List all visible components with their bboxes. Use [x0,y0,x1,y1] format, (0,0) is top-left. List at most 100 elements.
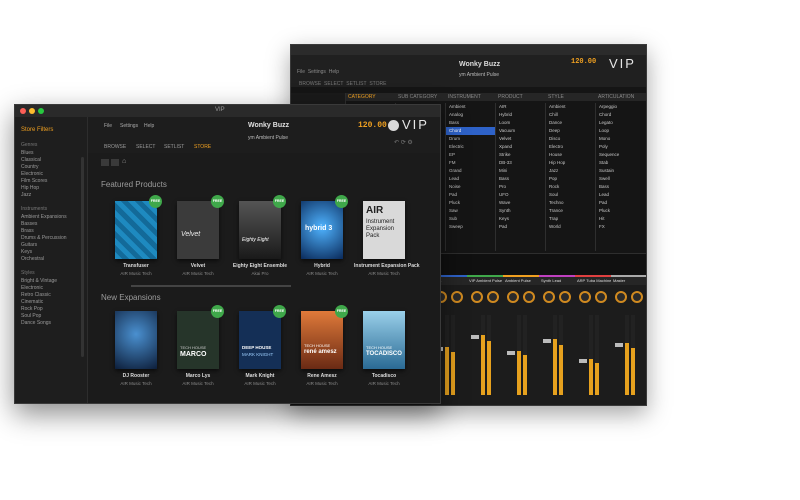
browser-row[interactable]: Drum [446,135,495,143]
browser-row[interactable]: Poly [596,143,646,151]
browser-row[interactable]: Bass [496,175,545,183]
product-cover[interactable]: AIR Instrument Expansion Pack [363,201,405,259]
browser-row[interactable]: Bass [446,119,495,127]
column-header-category[interactable]: CATEGORY [348,94,376,100]
pan-knob[interactable] [615,291,627,303]
browser-row[interactable]: Rock [546,183,595,191]
sidebar-style-item[interactable]: Rock Pop [15,306,87,313]
pan-knob[interactable] [595,291,607,303]
menu-settings[interactable]: Settings [120,123,138,129]
browser-row[interactable]: AIR [496,103,545,111]
channel-strip[interactable]: Master [611,275,646,405]
browser-row[interactable]: Trance [546,207,595,215]
sidebar-genre-item[interactable]: Film Scores [15,178,87,185]
sidebar-style-item[interactable]: Soul Pop [15,313,87,320]
browser-row[interactable]: Hip Hop [546,159,595,167]
browser-row[interactable]: Electro [546,143,595,151]
browser-row[interactable]: Chill [546,111,595,119]
sidebar-instrument-item[interactable]: Ambient Expansions [15,214,87,221]
browser-row[interactable]: Lead [596,191,646,199]
browser-row[interactable]: Disco [546,135,595,143]
browser-row[interactable]: Loop [596,127,646,135]
product-cover[interactable] [115,201,157,259]
browser-row[interactable]: Chord [596,111,646,119]
browser-row[interactable]: Velvet [496,135,545,143]
product-cover[interactable]: TECH HOUSE TOCADISCO [363,311,405,369]
browser-row[interactable]: FX [596,223,646,231]
browser-row[interactable]: Mini [496,167,545,175]
product-title[interactable]: Mark Knight [230,373,290,379]
tab-store[interactable]: STORE [190,143,215,151]
browser-row[interactable]: Techno [546,199,595,207]
product-cover[interactable]: TECH HOUSE MARCO [177,311,219,369]
browser-row[interactable]: Saw [446,207,495,215]
pan-knob[interactable] [523,291,535,303]
pan-knob[interactable] [471,291,483,303]
volume-fader[interactable] [543,339,551,343]
product-cover[interactable]: TECH HOUSE rené amesz [301,311,343,369]
product-title[interactable]: DJ Rooster [106,373,166,379]
browser-row[interactable]: Jazz [546,167,595,175]
pan-knob[interactable] [507,291,519,303]
sidebar-style-item[interactable]: Electronic [15,285,87,292]
browser-row[interactable]: Vacuum [496,127,545,135]
minimize-dot-icon[interactable] [29,108,35,114]
product-title[interactable]: Marco Lys [168,373,228,379]
browser-row[interactable]: House [546,151,595,159]
browser-row[interactable]: Soul [546,191,595,199]
sidebar-scrollbar[interactable] [81,157,84,357]
browser-row[interactable]: Xpand [496,143,545,151]
pan-knob[interactable] [451,291,463,303]
volume-fader[interactable] [615,343,623,347]
product-title[interactable]: Instrument Expansion Pack [354,263,420,269]
sidebar-instrument-item[interactable]: Drums & Percussion [15,235,87,242]
volume-fader[interactable] [471,335,479,339]
sidebar-genre-item[interactable]: Electronic [15,171,87,178]
sidebar-genre-item[interactable]: Blues [15,150,87,157]
browser-row[interactable]: DB-33 [496,159,545,167]
browser-row[interactable]: UFO [496,191,545,199]
patch-name[interactable]: ym Ambient Pulse [248,135,288,141]
product-title[interactable]: Hybrid [292,263,352,269]
menu-help[interactable]: Help [144,123,154,129]
product-cover[interactable]: DEEP HOUSE MARK KNIGHT [239,311,281,369]
tab-setlist[interactable]: SETLIST [160,143,188,151]
pan-knob[interactable] [579,291,591,303]
channel-strip[interactable]: ARP Tuba Machine [575,275,614,405]
product-cover[interactable]: Eighty Eight [239,201,281,259]
browser-row[interactable]: Swell [596,175,646,183]
browser-row[interactable]: FM [446,159,495,167]
sidebar-style-item[interactable]: Retro Classic [15,292,87,299]
sidebar-genre-item[interactable]: Classical [15,157,87,164]
grid-view-icon[interactable] [101,159,109,166]
tab-select[interactable]: SELECT [132,143,159,151]
mixer-menu[interactable]: File Settings Help [297,69,339,75]
browser-row[interactable]: Arpeggio [596,103,646,111]
list-view-icon[interactable] [111,159,119,166]
product-title[interactable]: Eighty Eight Ensemble [230,263,290,269]
product-cover[interactable]: Velvet [177,201,219,259]
sidebar-style-item[interactable]: Bright & Vintage [15,278,87,285]
browser-row[interactable]: Pluck [446,199,495,207]
browser-row[interactable]: Grand [446,167,495,175]
column-header-subcategory[interactable]: SUB CATEGORY [398,94,437,100]
toolbar-icons[interactable]: ↶ ⟳ ⚙ [394,139,413,146]
column-header-instrument[interactable]: INSTRUMENT [448,94,481,100]
zoom-dot-icon[interactable] [38,108,44,114]
browser-row[interactable]: Sub [446,215,495,223]
column-header-style[interactable]: STYLE [548,94,564,100]
browser-row[interactable]: Sequence [596,151,646,159]
sidebar-instrument-item[interactable]: Keys [15,249,87,256]
browser-row[interactable]: Sustain [596,167,646,175]
browser-row[interactable]: Keys [496,215,545,223]
sidebar-instrument-item[interactable]: Orchestral [15,256,87,263]
tempo-display[interactable]: 120.00 [358,121,387,130]
sidebar-instrument-item[interactable]: Brass [15,228,87,235]
sidebar-instrument-item[interactable]: Guitars [15,242,87,249]
browser-row[interactable]: Hit [596,215,646,223]
mixer-tempo[interactable]: 120.00 [571,58,596,66]
browser-row[interactable]: Deep [546,127,595,135]
pan-knob[interactable] [487,291,499,303]
browser-row[interactable]: Lead [446,175,495,183]
column-header-product[interactable]: PRODUCT [498,94,523,100]
